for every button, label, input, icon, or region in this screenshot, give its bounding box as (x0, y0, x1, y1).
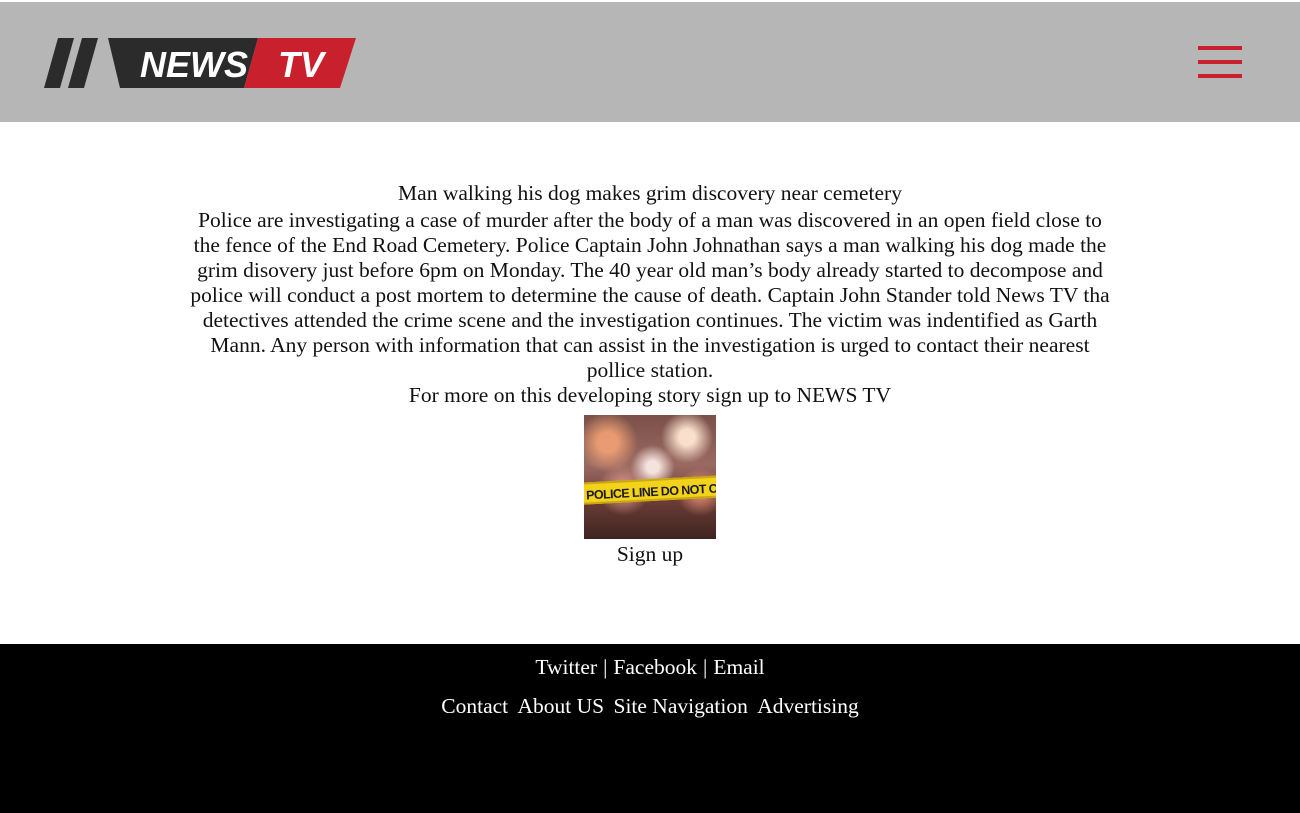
police-tape-image: POLICE LINE DO NOT CROSS (584, 415, 716, 539)
footer-separator: | (703, 655, 708, 679)
footer-link-contact[interactable]: Contact (441, 694, 508, 718)
social-links: Twitter | Facebook | Email (0, 654, 1300, 680)
footer-link-site-navigation[interactable]: Site Navigation (613, 694, 747, 718)
article: Man walking his dog makes grim discovery… (185, 180, 1115, 567)
twitter-link[interactable]: Twitter (535, 655, 597, 679)
footer-link-about-us[interactable]: About US (518, 694, 605, 718)
logo-news-text: NEWS (140, 44, 248, 85)
footer-link-advertising[interactable]: Advertising (757, 694, 859, 718)
logo-tv-text: TV (278, 44, 327, 85)
hamburger-menu-icon[interactable] (1196, 44, 1244, 82)
footer-separator: | (603, 655, 608, 679)
facebook-link[interactable]: Facebook (613, 655, 697, 679)
signup-link[interactable]: Sign up (617, 541, 683, 567)
article-headline: Man walking his dog makes grim discovery… (398, 181, 902, 205)
news-tv-logo[interactable]: NEWS TV (44, 36, 356, 90)
site-header: NEWS TV (0, 2, 1300, 122)
site-footer: Twitter | Facebook | Email Contact About US … (0, 644, 1300, 813)
email-link[interactable]: Email (713, 655, 764, 679)
article-body: Police are investigating a case of murde… (190, 208, 1110, 382)
signup-cta-text: For more on this developing story sign u… (408, 383, 892, 407)
footer-nav: Contact About US Site Navigation Adverti… (0, 693, 1300, 719)
police-tape-text: POLICE LINE DO NOT CROSS (584, 475, 716, 505)
